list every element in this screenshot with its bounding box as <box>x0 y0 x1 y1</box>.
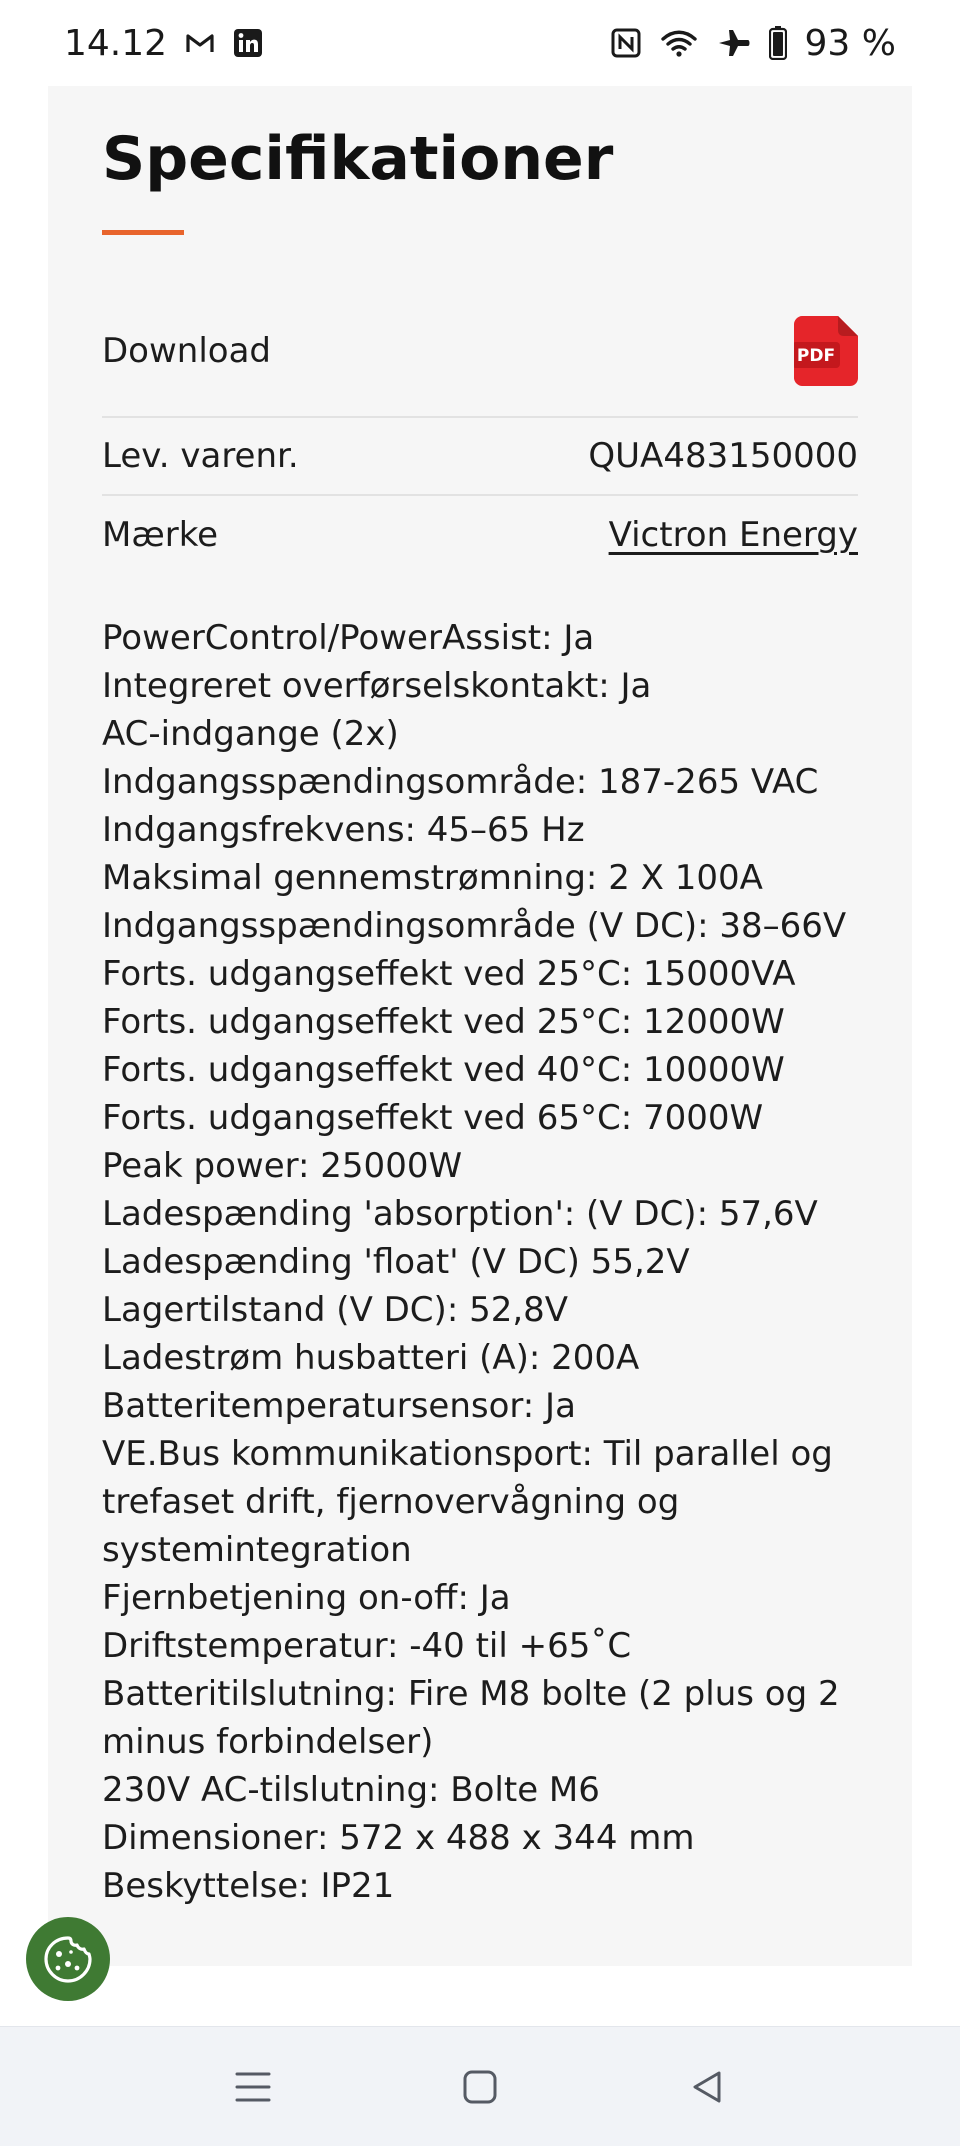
spec-line: Ladestrøm husbatteri (A): 200A <box>102 1338 640 1378</box>
menu-nav-button[interactable] <box>223 2057 283 2117</box>
gmail-icon <box>185 31 215 55</box>
title-underline <box>102 230 184 235</box>
spec-line: Driftstemperatur: -40 til +65˚C <box>102 1626 632 1666</box>
specifications-card: Specifikationer Download PDF Lev. varenr… <box>48 86 912 1966</box>
status-right: 93 % <box>611 23 896 64</box>
spec-line: Indgangsspændingsområde: 187-265 VAC <box>102 762 819 802</box>
spec-line: Integreret overførselskontakt: Ja <box>102 666 652 706</box>
cookie-settings-button[interactable] <box>26 1917 110 2001</box>
battery-icon <box>768 26 787 60</box>
back-icon <box>689 2069 725 2105</box>
home-icon <box>462 2069 498 2105</box>
spec-line: minus forbindelser) <box>102 1722 434 1762</box>
menu-icon <box>233 2069 273 2105</box>
spec-line: Ladespænding 'float' (V DC) 55,2V <box>102 1242 690 1282</box>
download-label: Download <box>102 331 272 371</box>
cookie-icon <box>43 1934 93 1984</box>
navigation-bar <box>0 2026 960 2146</box>
brand-label: Mærke <box>102 515 219 555</box>
status-left: 14.12 <box>64 23 263 64</box>
spec-line: Forts. udgangseffekt ved 25°C: 12000W <box>102 1002 785 1042</box>
status-bar: 14.12 93 % <box>0 0 960 86</box>
spec-line: Batteritemperatursensor: Ja <box>102 1386 576 1426</box>
varenr-value: QUA483150000 <box>588 436 858 476</box>
home-nav-button[interactable] <box>450 2057 510 2117</box>
brand-row: Mærke Victron Energy <box>102 496 858 574</box>
spec-line: Lagertilstand (V DC): 52,8V <box>102 1290 569 1330</box>
spec-line: Forts. udgangseffekt ved 40°C: 10000W <box>102 1050 785 1090</box>
spec-line: Dimensioner: 572 x 488 x 344 mm <box>102 1818 695 1858</box>
back-nav-button[interactable] <box>677 2057 737 2117</box>
airplane-icon <box>717 28 751 58</box>
spec-line: Batteritilslutning: Fire M8 bolte (2 plu… <box>102 1674 840 1714</box>
nfc-icon <box>611 28 641 58</box>
linkedin-icon <box>233 28 263 58</box>
page-title: Specifikationer <box>102 124 614 194</box>
spec-list: PowerControl/PowerAssist: Ja Integreret o… <box>102 614 872 1910</box>
spec-line: Forts. udgangseffekt ved 65°C: 7000W <box>102 1098 764 1138</box>
status-time: 14.12 <box>64 22 168 64</box>
spec-line: Indgangsfrekvens: 45–65 Hz <box>102 810 585 850</box>
pdf-icon[interactable]: PDF <box>792 316 858 386</box>
spec-line: Ladespænding 'absorption': (V DC): 57,6V <box>102 1194 818 1234</box>
spec-line: Indgangsspændingsområde (V DC): 38–66V <box>102 906 847 946</box>
spec-line: AC-indgange (2x) <box>102 714 399 754</box>
spec-line: PowerControl/PowerAssist: Ja <box>102 618 595 658</box>
spec-line: 230V AC-tilslutning: Bolte M6 <box>102 1770 600 1810</box>
spec-line: systemintegration <box>102 1530 412 1570</box>
wifi-icon <box>659 28 699 58</box>
battery-percent: 93 % <box>804 22 896 64</box>
spec-line: trefaset drift, fjernovervågning og <box>102 1482 680 1522</box>
spec-line: VE.Bus kommunikationsport: Til parallel … <box>102 1434 833 1474</box>
spec-line: Maksimal gennemstrømning: 2 X 100A <box>102 858 763 898</box>
varenr-label: Lev. varenr. <box>102 436 299 476</box>
spec-line: Forts. udgangseffekt ved 25°C: 15000VA <box>102 954 796 994</box>
varenr-row: Lev. varenr. QUA483150000 <box>102 418 858 496</box>
spec-line: Peak power: 25000W <box>102 1146 463 1186</box>
download-row: Download PDF <box>102 286 858 418</box>
spec-line: Beskyttelse: IP21 <box>102 1866 395 1906</box>
pdf-icon-text: PDF <box>797 346 835 366</box>
brand-link[interactable]: Victron Energy <box>609 515 858 555</box>
spec-line: Fjernbetjening on-off: Ja <box>102 1578 511 1618</box>
